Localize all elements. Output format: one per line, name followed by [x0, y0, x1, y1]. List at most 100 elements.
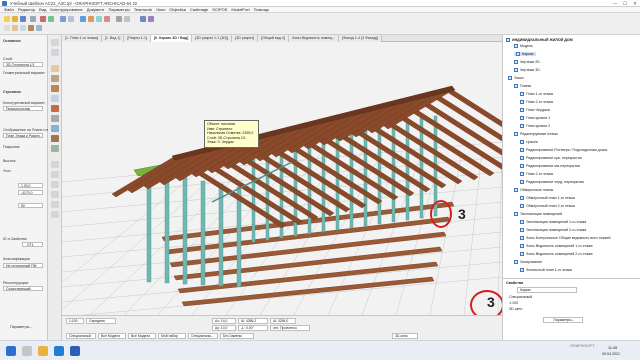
tab-floor-plan-1[interactable]: [1. План 1-го этажа] [62, 35, 102, 42]
window-icon[interactable] [51, 125, 59, 132]
wall-tool-icon[interactable] [12, 25, 18, 31]
maximize-button[interactable]: ☐ [620, 0, 630, 7]
navigator-item[interactable]: План кровли 2 [520, 124, 550, 129]
door-icon[interactable] [51, 135, 59, 142]
sun-icon[interactable] [148, 16, 154, 22]
navigator-item[interactable]: Планы [514, 84, 531, 89]
navigator-item[interactable]: Чертежи 3D [514, 68, 540, 73]
wall-icon[interactable] [51, 65, 59, 72]
menu-item-document[interactable]: Документ [87, 7, 105, 12]
object-icon[interactable] [51, 145, 59, 152]
slab-tool-icon[interactable] [20, 25, 26, 31]
menu-item-edit[interactable]: Редактор [18, 7, 35, 12]
navigator-item[interactable]: Зоны Ведомость помещений 1-го этажа [520, 244, 592, 249]
menu-item-cadimage[interactable]: Cadimage [190, 7, 208, 12]
menu-item-design[interactable]: Конструирование [50, 7, 82, 12]
3d-view-icon[interactable] [80, 16, 86, 22]
browser-icon[interactable] [54, 346, 64, 356]
navigator-item[interactable]: Зонирование [514, 260, 542, 265]
offset-field[interactable]: 1,00,0 [18, 183, 43, 188]
slab-icon[interactable] [51, 95, 59, 102]
navigator-item[interactable]: Редактирование черд. перекрытия [520, 180, 584, 185]
pointer-tool-icon[interactable] [60, 16, 66, 22]
coord-dy-field[interactable]: Δy: 10,0 [212, 325, 236, 331]
dimension-icon[interactable] [51, 161, 59, 168]
elevation-icon[interactable] [104, 16, 110, 22]
layer-icon[interactable] [116, 16, 122, 22]
menu-item-options[interactable]: Параметры [109, 7, 130, 12]
navigator-project-root[interactable]: ИНДИВИДУАЛЬНЫЙ ЖИЛОЙ ДОМ [506, 38, 573, 43]
navigator-item[interactable]: План 2-го этажа [520, 172, 553, 177]
navigator-item[interactable]: Зоны Контрольные Общие ведомость всех эт… [520, 236, 611, 241]
new-file-icon[interactable] [4, 16, 10, 22]
navigator-item[interactable]: Редактирование цок. перекрытия [520, 156, 582, 161]
roof-icon[interactable] [51, 105, 59, 112]
reference-field[interactable]: -4170,0 [18, 190, 43, 195]
pen-set-icon[interactable] [124, 16, 130, 22]
coord-angle-field[interactable]: ∠: 0,00° [238, 325, 268, 331]
navigator-item[interactable]: Экспликация помещений 1-го этажа [520, 220, 586, 225]
layer-select[interactable]: 3D-Стропилла 1/1 [3, 62, 43, 67]
archicad-taskbar-icon[interactable] [70, 346, 80, 356]
coord-dx-field[interactable]: Δх: 14,0 [212, 318, 236, 324]
coord-length-field[interactable]: Δl: 4286,2 [238, 318, 268, 324]
renovation-select[interactable]: Существующий [3, 286, 43, 291]
view-type-select[interactable]: 3D-окно [392, 333, 418, 339]
structure-select[interactable]: Мой набор [158, 333, 186, 339]
navigator-item[interactable]: Экспликация помещений 2-го этажа [520, 228, 586, 233]
print-icon[interactable] [30, 16, 36, 22]
floor-plan-icon[interactable] [88, 16, 94, 22]
navigator-item[interactable]: Обмерочный план 1-го этажа [520, 196, 575, 201]
navigator-item[interactable]: Зоны Ведомость помещений 2-го этажа [520, 252, 592, 257]
navigator-item[interactable]: Редактирование Ростверк / Подкладочная д… [520, 148, 607, 153]
tab-general-view-4[interactable]: [Общий вид 4] [258, 35, 289, 42]
render-icon[interactable] [140, 16, 146, 22]
beam-tool-icon[interactable] [28, 25, 34, 31]
navigator-item[interactable]: План Чердака [520, 108, 550, 113]
menu-item-window[interactable]: Окно [156, 7, 165, 12]
navigator-item[interactable]: Редактирование мж перекрытия [520, 164, 580, 169]
navigator-item[interactable]: План 2-го этажа [520, 100, 553, 105]
classification-select[interactable]: Не стропилный ПМ [3, 263, 43, 268]
arrow-tool-icon[interactable] [4, 25, 10, 31]
navigator-item[interactable]: Каркас [514, 52, 536, 57]
marquee-tool-icon[interactable] [51, 49, 59, 56]
menu-item-help[interactable]: Помощь [254, 7, 269, 12]
navigator-item[interactable]: Зональный план 1-го этажа [520, 268, 572, 273]
tab-frame-3d[interactable]: [0. Каркас 3D / Вид] [150, 35, 193, 42]
menu-item-view[interactable]: Вид [39, 7, 46, 12]
navigator-item[interactable]: План 1-го этажа [520, 92, 553, 97]
project-zero-field[interactable]: отн. Проектнου [270, 325, 310, 331]
line-icon[interactable] [51, 201, 59, 208]
coord-r-field[interactable]: Δl: 3256,0 [270, 318, 296, 324]
section-icon[interactable] [96, 16, 102, 22]
menu-item-modelport[interactable]: ModelPort [231, 7, 249, 12]
model-view-select[interactable]: Все Модели [98, 333, 126, 339]
infobox-params-button[interactable]: Параметры... [10, 325, 32, 329]
marquee-icon[interactable] [68, 16, 74, 22]
3d-viewport[interactable] [62, 42, 502, 315]
column-icon[interactable] [51, 75, 59, 82]
zoom-field[interactable]: 1:100 [66, 318, 84, 324]
mode-field[interactable]: Середина [86, 318, 116, 324]
navigator-item[interactable]: Обмерочный план 2-го этажа [520, 204, 575, 209]
text-icon[interactable] [51, 171, 59, 178]
tab-zones-schedule[interactable]: Зоны Ведомость помещ... [288, 35, 340, 42]
stair-icon[interactable] [51, 115, 59, 122]
navigator-item[interactable]: Цоколь [520, 140, 538, 145]
menu-item-teamwork[interactable]: Teamwork [134, 7, 152, 12]
tab-section-1-1[interactable]: [Разрез 1-1] [124, 35, 151, 42]
profile-select[interactable]: Прямоугольник [3, 106, 43, 111]
minimize-button[interactable]: — [610, 0, 620, 7]
properties-name-field[interactable]: Каркас [517, 287, 577, 293]
dimension-select[interactable]: Специальны... [188, 333, 218, 339]
floorplan-display-select[interactable]: План Этажа и Разрез... [3, 133, 43, 138]
menu-item-scipos[interactable]: SCIPOS [212, 7, 227, 12]
file-explorer-icon[interactable] [38, 346, 48, 356]
width-field[interactable]: 50 [18, 203, 43, 208]
tab-3d-section[interactable]: [3D разрез] [232, 35, 258, 42]
renovation-filter-select[interactable]: Без Замены [220, 333, 254, 339]
navigator-item[interactable]: Экспликация помещений [514, 212, 562, 217]
id-field[interactable]: _ОТ1 [22, 242, 43, 247]
search-icon[interactable] [22, 346, 32, 356]
